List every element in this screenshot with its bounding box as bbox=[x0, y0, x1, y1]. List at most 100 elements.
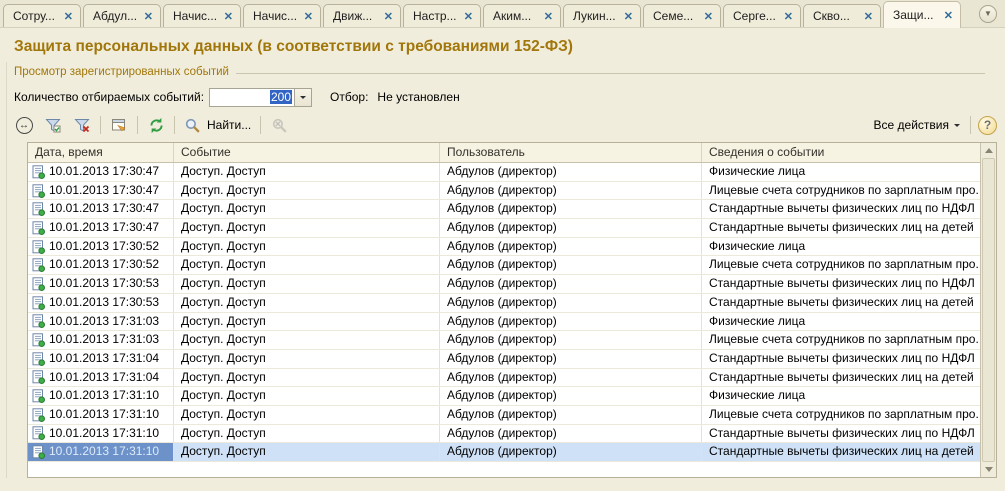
scroll-down-button[interactable] bbox=[981, 462, 996, 477]
cell-event[interactable]: Доступ. Доступ bbox=[174, 313, 440, 331]
cell-details[interactable]: Лицевые счета сотрудников по зарплатным … bbox=[702, 331, 980, 349]
cell-datetime[interactable]: 10.01.2013 17:31:10 bbox=[28, 406, 174, 424]
cell-datetime[interactable]: 10.01.2013 17:30:53 bbox=[28, 294, 174, 312]
cell-user[interactable]: Абдулов (директор) bbox=[440, 369, 702, 387]
tab-2[interactable]: Абдул...✕ bbox=[83, 4, 161, 27]
tab-close-icon[interactable]: ✕ bbox=[224, 10, 233, 23]
cell-datetime[interactable]: 10.01.2013 17:31:10 bbox=[28, 443, 174, 461]
tab-close-icon[interactable]: ✕ bbox=[864, 10, 873, 23]
scroll-up-button[interactable] bbox=[981, 143, 996, 158]
cell-datetime[interactable]: 10.01.2013 17:30:47 bbox=[28, 200, 174, 218]
tab-4[interactable]: Начис...✕ bbox=[243, 4, 321, 27]
cell-event[interactable]: Доступ. Доступ bbox=[174, 200, 440, 218]
table-row[interactable]: 10.01.2013 17:30:47Доступ. ДоступАбдулов… bbox=[28, 163, 996, 182]
table-row[interactable]: 10.01.2013 17:31:04Доступ. ДоступАбдулов… bbox=[28, 369, 996, 388]
column-header-event[interactable]: Событие bbox=[174, 143, 440, 162]
table-row[interactable]: 10.01.2013 17:31:10Доступ. ДоступАбдулов… bbox=[28, 425, 996, 444]
cell-user[interactable]: Абдулов (директор) bbox=[440, 294, 702, 312]
cell-event[interactable]: Доступ. Доступ bbox=[174, 369, 440, 387]
cancel-search-button[interactable] bbox=[268, 114, 290, 136]
cell-details[interactable]: Лицевые счета сотрудников по зарплатным … bbox=[702, 182, 980, 200]
event-count-input[interactable]: 200 bbox=[209, 88, 312, 107]
cell-event[interactable]: Доступ. Доступ bbox=[174, 256, 440, 274]
refresh-button[interactable] bbox=[145, 114, 167, 136]
cell-user[interactable]: Абдулов (директор) bbox=[440, 387, 702, 405]
tab-close-icon[interactable]: ✕ bbox=[304, 10, 313, 23]
table-row[interactable]: 10.01.2013 17:30:47Доступ. ДоступАбдулов… bbox=[28, 182, 996, 201]
cell-datetime[interactable]: 10.01.2013 17:31:10 bbox=[28, 425, 174, 443]
cell-event[interactable]: Доступ. Доступ bbox=[174, 387, 440, 405]
tab-1[interactable]: Сотру...✕ bbox=[3, 4, 81, 27]
cell-user[interactable]: Абдулов (директор) bbox=[440, 200, 702, 218]
cell-user[interactable]: Абдулов (директор) bbox=[440, 275, 702, 293]
table-row[interactable]: 10.01.2013 17:30:47Доступ. ДоступАбдулов… bbox=[28, 200, 996, 219]
cell-datetime[interactable]: 10.01.2013 17:31:03 bbox=[28, 331, 174, 349]
tab-12[interactable]: Защи...✕ bbox=[883, 1, 961, 28]
cell-user[interactable]: Абдулов (директор) bbox=[440, 219, 702, 237]
table-row[interactable]: 10.01.2013 17:30:53Доступ. ДоступАбдулов… bbox=[28, 275, 996, 294]
cell-event[interactable]: Доступ. Доступ bbox=[174, 406, 440, 424]
cell-event[interactable]: Доступ. Доступ bbox=[174, 163, 440, 181]
cell-details[interactable]: Лицевые счета сотрудников по зарплатным … bbox=[702, 256, 980, 274]
cell-details[interactable]: Физические лица bbox=[702, 163, 980, 181]
tab-11[interactable]: Скво...✕ bbox=[803, 4, 881, 27]
cell-details[interactable]: Стандартные вычеты физических лиц на дет… bbox=[702, 369, 980, 387]
tab-close-icon[interactable]: ✕ bbox=[784, 10, 793, 23]
auto-width-button[interactable]: ↔ bbox=[13, 114, 35, 136]
cell-datetime[interactable]: 10.01.2013 17:31:04 bbox=[28, 350, 174, 368]
tab-7[interactable]: Аким...✕ bbox=[483, 4, 561, 27]
tab-close-icon[interactable]: ✕ bbox=[944, 9, 953, 22]
configure-filter-button[interactable] bbox=[42, 114, 64, 136]
cell-event[interactable]: Доступ. Доступ bbox=[174, 275, 440, 293]
table-row[interactable]: 10.01.2013 17:31:10Доступ. ДоступАбдулов… bbox=[28, 406, 996, 425]
find-button[interactable]: Найти... bbox=[182, 114, 253, 136]
table-row[interactable]: 10.01.2013 17:30:47Доступ. ДоступАбдулов… bbox=[28, 219, 996, 238]
cell-datetime[interactable]: 10.01.2013 17:30:47 bbox=[28, 163, 174, 181]
tab-close-icon[interactable]: ✕ bbox=[464, 10, 473, 23]
cell-details[interactable]: Физические лица bbox=[702, 387, 980, 405]
table-row[interactable]: 10.01.2013 17:31:10Доступ. ДоступАбдулов… bbox=[28, 443, 996, 462]
cell-user[interactable]: Абдулов (директор) bbox=[440, 313, 702, 331]
tab-close-icon[interactable]: ✕ bbox=[544, 10, 553, 23]
cell-datetime[interactable]: 10.01.2013 17:30:52 bbox=[28, 256, 174, 274]
cell-datetime[interactable]: 10.01.2013 17:30:47 bbox=[28, 219, 174, 237]
cell-user[interactable]: Абдулов (директор) bbox=[440, 182, 702, 200]
table-row[interactable]: 10.01.2013 17:31:03Доступ. ДоступАбдулов… bbox=[28, 313, 996, 332]
table-row[interactable]: 10.01.2013 17:30:53Доступ. ДоступАбдулов… bbox=[28, 294, 996, 313]
cell-event[interactable]: Доступ. Доступ bbox=[174, 443, 440, 461]
cell-user[interactable]: Абдулов (директор) bbox=[440, 425, 702, 443]
cell-user[interactable]: Абдулов (директор) bbox=[440, 238, 702, 256]
cell-datetime[interactable]: 10.01.2013 17:31:04 bbox=[28, 369, 174, 387]
tab-6[interactable]: Настр...✕ bbox=[403, 4, 481, 27]
cell-user[interactable]: Абдулов (директор) bbox=[440, 256, 702, 274]
cell-datetime[interactable]: 10.01.2013 17:30:47 bbox=[28, 182, 174, 200]
tab-close-icon[interactable]: ✕ bbox=[64, 10, 73, 23]
all-actions-button[interactable]: Все действия bbox=[871, 118, 963, 132]
vertical-scrollbar[interactable] bbox=[980, 143, 996, 477]
table-row[interactable]: 10.01.2013 17:31:03Доступ. ДоступАбдулов… bbox=[28, 331, 996, 350]
cell-datetime[interactable]: 10.01.2013 17:30:52 bbox=[28, 238, 174, 256]
scrollbar-thumb[interactable] bbox=[982, 158, 995, 462]
cell-details[interactable]: Стандартные вычеты физических лиц на дет… bbox=[702, 443, 980, 461]
tab-close-icon[interactable]: ✕ bbox=[704, 10, 713, 23]
tab-close-icon[interactable]: ✕ bbox=[624, 10, 633, 23]
cell-details[interactable]: Физические лица bbox=[702, 238, 980, 256]
tab-close-icon[interactable]: ✕ bbox=[144, 10, 153, 23]
tab-close-icon[interactable]: ✕ bbox=[384, 10, 393, 23]
cell-event[interactable]: Доступ. Доступ bbox=[174, 182, 440, 200]
table-row[interactable]: 10.01.2013 17:31:10Доступ. ДоступАбдулов… bbox=[28, 387, 996, 406]
cell-event[interactable]: Доступ. Доступ bbox=[174, 238, 440, 256]
cell-details[interactable]: Стандартные вычеты физических лиц на дет… bbox=[702, 219, 980, 237]
table-row[interactable]: 10.01.2013 17:30:52Доступ. ДоступАбдулов… bbox=[28, 238, 996, 257]
cell-event[interactable]: Доступ. Доступ bbox=[174, 350, 440, 368]
tab-5[interactable]: Движ...✕ bbox=[323, 4, 401, 27]
cell-details[interactable]: Физические лица bbox=[702, 313, 980, 331]
cell-event[interactable]: Доступ. Доступ bbox=[174, 294, 440, 312]
cell-details[interactable]: Стандартные вычеты физических лиц по НДФ… bbox=[702, 200, 980, 218]
cell-user[interactable]: Абдулов (директор) bbox=[440, 163, 702, 181]
cell-details[interactable]: Лицевые счета сотрудников по зарплатным … bbox=[702, 406, 980, 424]
column-header-user[interactable]: Пользователь bbox=[440, 143, 702, 162]
cell-datetime[interactable]: 10.01.2013 17:30:53 bbox=[28, 275, 174, 293]
tab-8[interactable]: Лукин...✕ bbox=[563, 4, 641, 27]
cell-details[interactable]: Стандартные вычеты физических лиц по НДФ… bbox=[702, 350, 980, 368]
